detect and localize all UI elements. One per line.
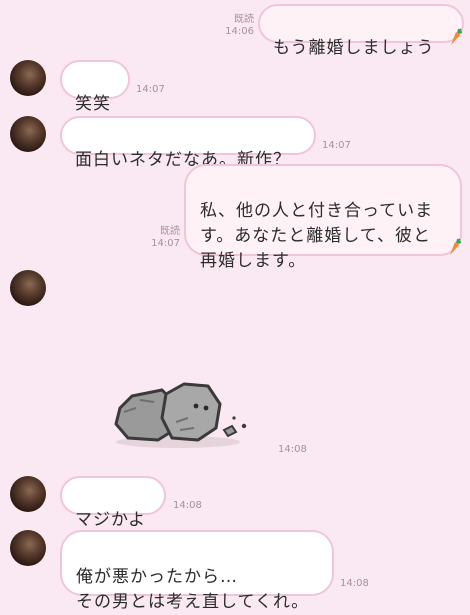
message-bubble-incoming[interactable]: 俺が悪かったから… その男とは考え直してくれ。 bbox=[60, 530, 334, 612]
message-text: 私、他の人と付き合っていま す。あなたと離婚して、彼と 再婚します。 bbox=[200, 201, 434, 271]
message-bubble-outgoing[interactable]: もう離婚しましょう bbox=[258, 4, 464, 58]
message-text: 笑笑 bbox=[75, 94, 111, 114]
message-timestamp: 14:08 bbox=[278, 444, 307, 455]
message-timestamp: 14:06 bbox=[225, 26, 254, 37]
contact-avatar[interactable] bbox=[10, 116, 46, 152]
message-timestamp: 14:07 bbox=[136, 84, 165, 95]
message-timestamp: 14:07 bbox=[322, 140, 351, 151]
contact-avatar[interactable] bbox=[10, 476, 46, 512]
contact-avatar[interactable] bbox=[10, 60, 46, 96]
message-text: マジかよ bbox=[75, 510, 147, 530]
carrot-icon bbox=[450, 238, 462, 255]
message-1-meta: 既読 14:06 bbox=[218, 14, 254, 38]
message-bubble-incoming[interactable]: マジかよ bbox=[60, 476, 166, 530]
rock-creature-sticker[interactable] bbox=[110, 378, 260, 450]
message-timestamp: 14:08 bbox=[340, 578, 369, 589]
message-timestamp: 14:08 bbox=[173, 500, 202, 511]
read-receipt: 既読 bbox=[234, 14, 254, 25]
read-receipt: 既読 bbox=[160, 226, 180, 237]
message-text: 俺が悪かったから… その男とは考え直してくれ。 bbox=[76, 567, 310, 612]
contact-avatar[interactable] bbox=[10, 530, 46, 566]
message-bubble-outgoing[interactable]: 私、他の人と付き合っていま す。あなたと離婚して、彼と 再婚します。 bbox=[184, 164, 462, 271]
message-bubble-incoming[interactable]: 面白いネタだなあ。新作？ bbox=[60, 116, 316, 170]
contact-avatar[interactable] bbox=[10, 270, 46, 306]
message-bubble-incoming[interactable]: 笑笑 bbox=[60, 60, 130, 114]
carrot-icon bbox=[451, 28, 463, 45]
message-4-meta: 既読 14:07 bbox=[146, 226, 180, 250]
message-text: もう離婚しましょう bbox=[273, 38, 435, 58]
message-timestamp: 14:07 bbox=[151, 238, 180, 249]
